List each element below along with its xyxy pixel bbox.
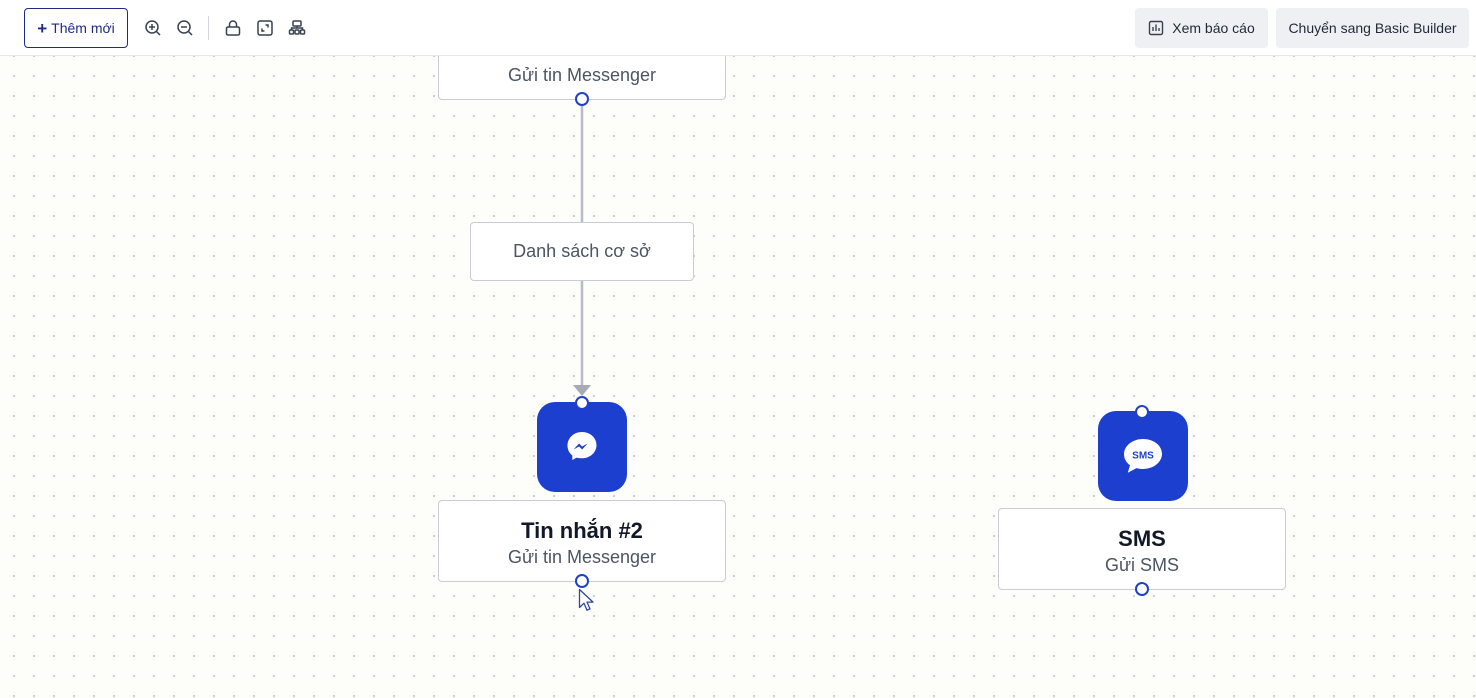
condition-label: Danh sách cơ sở (513, 241, 651, 261)
plus-icon: + (37, 18, 48, 38)
toolbar-divider (208, 16, 209, 40)
sms-icon: SMS (1124, 439, 1162, 473)
cursor-icon (578, 588, 594, 611)
add-new-button[interactable]: + Thêm mới (24, 8, 128, 48)
switch-basic-builder-label: Chuyển sang Basic Builder (1288, 20, 1457, 36)
node-title: Tin nhắn #2 (521, 518, 643, 543)
auto-layout-icon[interactable] (287, 18, 307, 38)
node-subtitle: Gửi tin Messenger (507, 65, 657, 85)
node-card-sms[interactable]: SMS Gửi SMS (998, 508, 1286, 590)
messenger-node-icon[interactable] (537, 402, 627, 492)
edges-layer (573, 106, 591, 396)
port-in-sms[interactable] (1135, 405, 1149, 419)
node-subtitle: Gửi SMS (1104, 555, 1180, 575)
port-out-top[interactable] (575, 92, 589, 106)
view-report-button[interactable]: Xem báo cáo (1135, 8, 1268, 48)
lock-icon[interactable] (223, 18, 243, 38)
condition-node[interactable]: Danh sách cơ sở (470, 222, 694, 281)
view-report-label: Xem báo cáo (1172, 20, 1255, 36)
sms-icon-text: SMS (1132, 451, 1154, 462)
node-subtitle: Gửi tin Messenger (507, 547, 657, 567)
zoom-out-icon[interactable] (175, 18, 195, 38)
port-in-messenger2[interactable] (575, 396, 589, 410)
chart-icon (1149, 20, 1164, 36)
port-out-sms[interactable] (1135, 582, 1149, 596)
sms-node-icon[interactable]: SMS (1098, 411, 1188, 501)
messenger-icon (567, 432, 597, 460)
node-card-messenger2[interactable]: Tin nhắn #2 Gửi tin Messenger (438, 500, 726, 582)
switch-basic-builder-button[interactable]: Chuyển sang Basic Builder (1276, 8, 1469, 48)
fit-view-icon[interactable] (255, 18, 275, 38)
edge-arrowhead (573, 385, 591, 396)
add-new-label: Thêm mới (51, 20, 115, 36)
node-title: SMS (1118, 526, 1166, 551)
port-out-messenger2[interactable] (575, 574, 589, 588)
top-toolbar: + Thêm mới Xem báo cáo Chuyển sang Basic… (0, 0, 1476, 56)
flow-canvas[interactable]: Gửi tin Messenger Danh sách cơ sở Tin nh… (0, 0, 1476, 698)
zoom-in-icon[interactable] (143, 18, 163, 38)
